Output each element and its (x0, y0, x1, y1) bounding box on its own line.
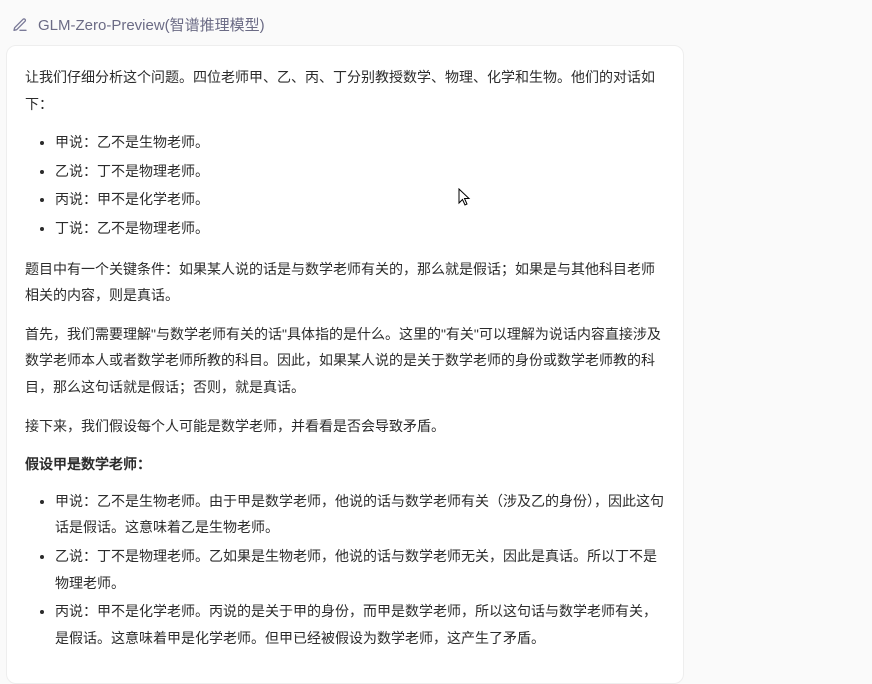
model-header: GLM-Zero-Preview(智谱推理模型) (0, 0, 872, 45)
response-card: 让我们仔细分析这个问题。四位老师甲、乙、丙、丁分别教授数学、物理、化学和生物。他… (6, 45, 684, 684)
list-item: 丙说：甲不是化学老师。 (55, 186, 665, 213)
list-item: 乙说：丁不是物理老师。乙如果是生物老师，他说的话与数学老师无关，因此是真话。所以… (55, 543, 665, 596)
list-item: 丁说：乙不是物理老师。 (55, 215, 665, 242)
next-text: 接下来，我们假设每个人可能是数学老师，并看看是否会导致矛盾。 (25, 413, 665, 440)
edit-icon (12, 17, 28, 33)
assume-list: 甲说：乙不是生物老师。由于甲是数学老师，他说的话与数学老师有关（涉及乙的身份），… (25, 488, 665, 652)
list-item: 甲说：乙不是生物老师。 (55, 129, 665, 156)
dialog-list: 甲说：乙不是生物老师。 乙说：丁不是物理老师。 丙说：甲不是化学老师。 丁说：乙… (25, 129, 665, 241)
assume-heading: 假设甲是数学老师： (25, 451, 665, 478)
intro-text: 让我们仔细分析这个问题。四位老师甲、乙、丙、丁分别教授数学、物理、化学和生物。他… (25, 64, 665, 117)
model-title: GLM-Zero-Preview(智谱推理模型) (38, 14, 265, 35)
list-item: 甲说：乙不是生物老师。由于甲是数学老师，他说的话与数学老师有关（涉及乙的身份），… (55, 488, 665, 541)
explain-text: 首先，我们需要理解"与数学老师有关的话"具体指的是什么。这里的"有关"可以理解为… (25, 321, 665, 401)
list-item: 乙说：丁不是物理老师。 (55, 158, 665, 185)
list-item: 丙说：甲不是化学老师。丙说的是关于甲的身份，而甲是数学老师，所以这句话与数学老师… (55, 598, 665, 651)
rule-text: 题目中有一个关键条件：如果某人说的话是与数学老师有关的，那么就是假话；如果是与其… (25, 256, 665, 309)
